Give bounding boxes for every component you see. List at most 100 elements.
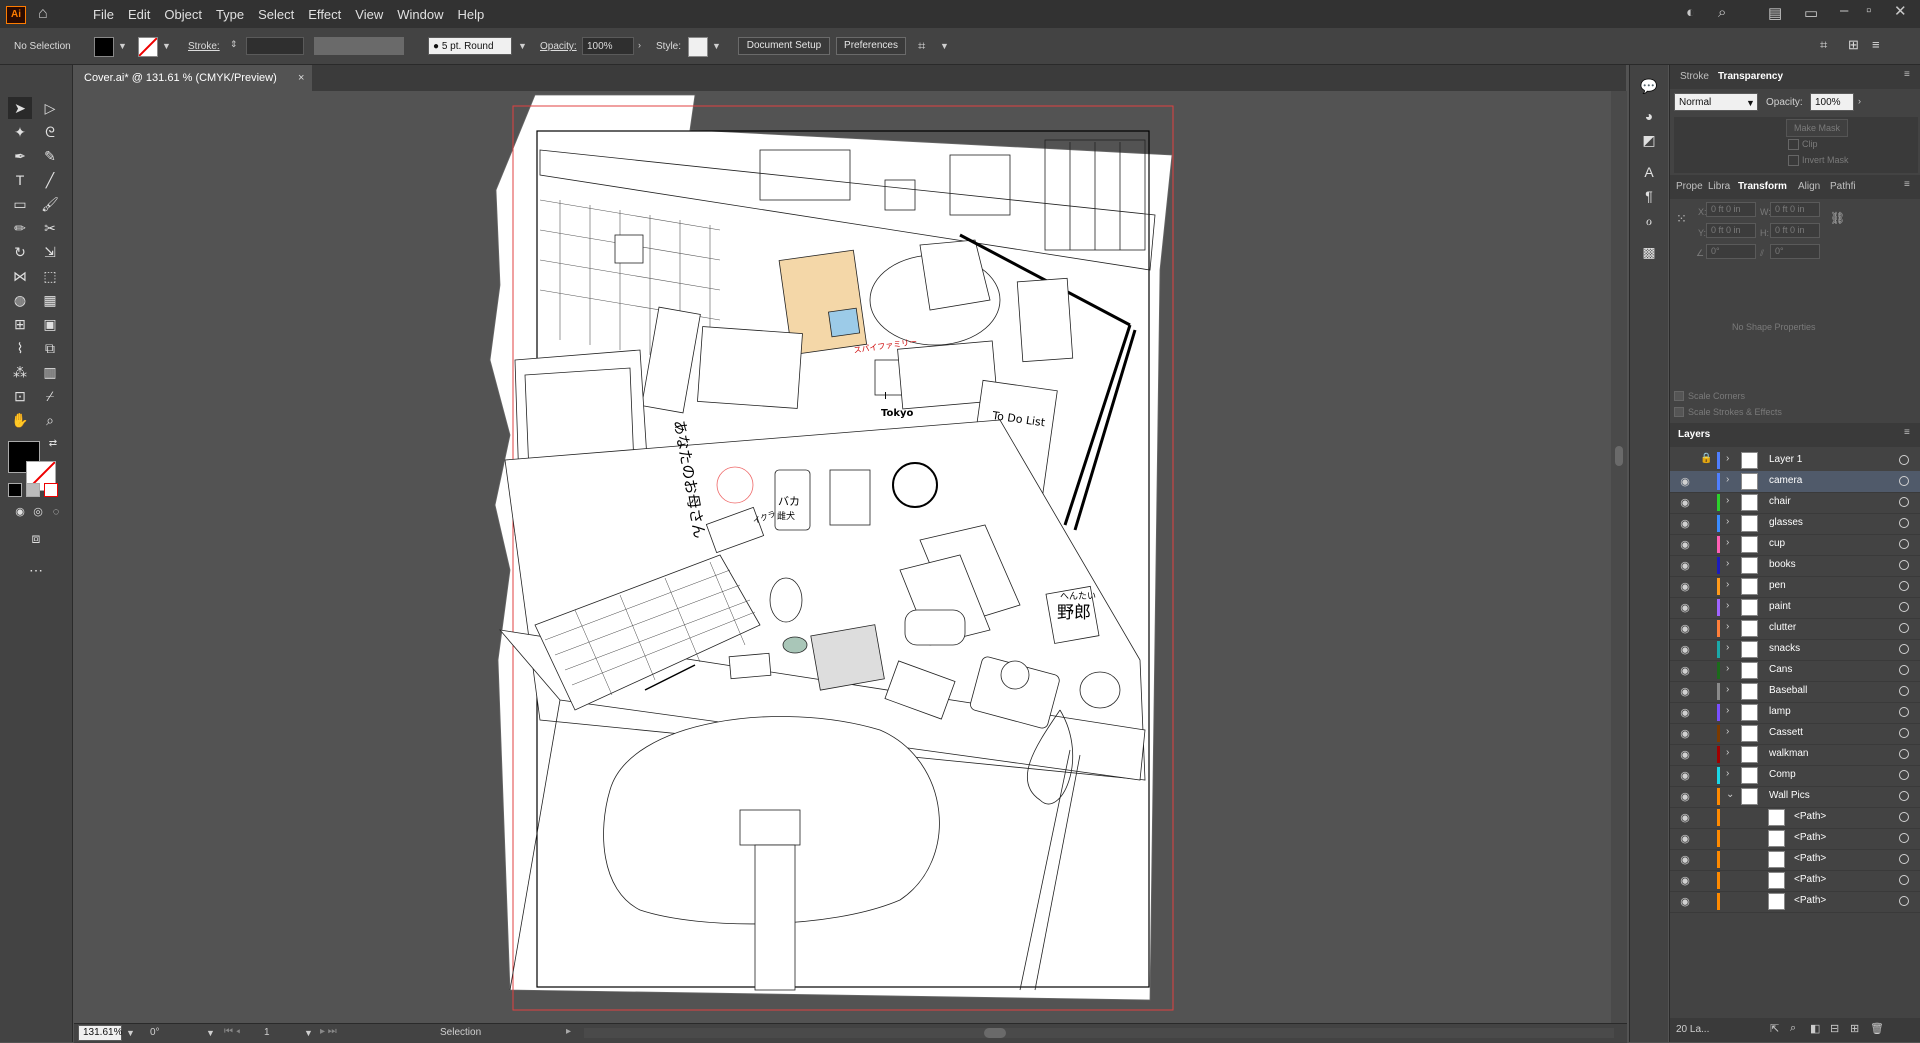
selection-tool-icon[interactable]: ➤ — [8, 97, 32, 119]
close-icon[interactable]: × — [298, 72, 304, 84]
target-circle-icon[interactable] — [1899, 812, 1909, 822]
chevron-down-icon[interactable]: ▼ — [162, 41, 171, 51]
visibility-eye-icon[interactable]: ◉ — [1678, 580, 1692, 593]
scale-corners-checkbox[interactable] — [1674, 391, 1684, 401]
chevron-down-icon[interactable]: ▼ — [206, 1028, 215, 1038]
target-circle-icon[interactable] — [1899, 854, 1909, 864]
target-circle-icon[interactable] — [1899, 476, 1909, 486]
layer-name[interactable]: Baseball — [1769, 685, 1807, 696]
eyedropper-tool-icon[interactable]: ⌇ — [8, 337, 32, 359]
chevron-right-icon[interactable]: › — [1726, 684, 1729, 695]
layer-row[interactable]: ◉ › chair — [1670, 492, 1920, 514]
search-icon[interactable]: ⌕ — [1718, 4, 1726, 21]
layer-name[interactable]: chair — [1769, 496, 1791, 507]
visibility-eye-icon[interactable]: ◉ — [1678, 790, 1692, 803]
visibility-eye-icon[interactable]: ◉ — [1678, 517, 1692, 530]
gradient-mode-icon[interactable] — [26, 483, 40, 497]
chevron-right-icon[interactable]: › — [1726, 600, 1729, 611]
menu-type[interactable]: Type — [209, 7, 251, 22]
visibility-eye-icon[interactable]: ◉ — [1678, 664, 1692, 677]
arrange-documents-icon[interactable]: ▤ — [1768, 4, 1782, 22]
target-circle-icon[interactable] — [1899, 602, 1909, 612]
opentype-icon[interactable]: ℴ — [1637, 209, 1661, 231]
layer-row[interactable]: ◉ › cup — [1670, 534, 1920, 556]
opacity-label[interactable]: Opacity: — [540, 41, 577, 52]
arrange-icon[interactable]: ⌗ — [918, 38, 925, 54]
blend-tool-icon[interactable]: ⧉ — [38, 337, 62, 359]
layer-name[interactable]: <Path> — [1794, 895, 1826, 906]
visibility-eye-icon[interactable]: ◉ — [1678, 874, 1692, 887]
target-circle-icon[interactable] — [1899, 791, 1909, 801]
canvas[interactable]: あなたのお母さん スパイファミリー I Tokyo To Do List バカ … — [74, 91, 1627, 1023]
rotate-field[interactable]: 0° — [1706, 244, 1756, 259]
layer-name[interactable]: paint — [1769, 601, 1791, 612]
target-circle-icon[interactable] — [1899, 875, 1909, 885]
tab-libraries[interactable]: Libra — [1708, 181, 1730, 192]
layer-name[interactable]: <Path> — [1794, 874, 1826, 885]
direct-selection-tool-icon[interactable]: ▷ — [38, 97, 62, 119]
target-circle-icon[interactable] — [1899, 560, 1909, 570]
chevron-right-icon[interactable]: › — [1726, 663, 1729, 674]
home-icon[interactable]: ⌂ — [38, 5, 56, 23]
tab-layers[interactable]: Layers — [1678, 429, 1710, 440]
stepper-icon[interactable]: ⇕ — [230, 39, 238, 50]
color-guide-icon[interactable]: ◩ — [1637, 129, 1661, 151]
layer-row[interactable]: 🔒 › Layer 1 — [1670, 450, 1920, 472]
color-mode-icon[interactable] — [8, 483, 22, 497]
chevron-right-icon[interactable]: › — [1726, 726, 1729, 737]
layer-row[interactable]: ◉ › snacks — [1670, 639, 1920, 661]
shear-field[interactable]: 0° — [1770, 244, 1820, 259]
h-field[interactable]: 0 ft 0 in — [1770, 223, 1820, 238]
comments-icon[interactable]: 💬 — [1637, 75, 1661, 97]
visibility-eye-icon[interactable]: ◉ — [1678, 475, 1692, 488]
target-circle-icon[interactable] — [1899, 707, 1909, 717]
layer-row[interactable]: ◉ › camera — [1670, 471, 1920, 493]
line-tool-icon[interactable]: ╱ — [38, 169, 62, 191]
layer-row[interactable]: ◉ ⌄ Wall Pics — [1670, 786, 1920, 808]
layer-row[interactable]: ◉ › paint — [1670, 597, 1920, 619]
chevron-down-icon[interactable]: ▼ — [518, 41, 527, 51]
clipping-mask-icon[interactable]: ◧ — [1810, 1022, 1820, 1035]
chevron-right-icon[interactable]: › — [1726, 453, 1729, 464]
chevron-right-icon[interactable]: › — [1726, 516, 1729, 527]
graph-tool-icon[interactable]: ▥ — [38, 361, 62, 383]
target-circle-icon[interactable] — [1899, 581, 1909, 591]
layer-name[interactable]: Layer 1 — [1769, 454, 1802, 465]
hand-tool-icon[interactable]: ✋ — [8, 409, 32, 431]
clip-checkbox[interactable] — [1788, 139, 1799, 150]
chevron-right-icon[interactable]: › — [1726, 558, 1729, 569]
scale-strokes-checkbox[interactable] — [1674, 407, 1684, 417]
perspective-grid-tool-icon[interactable]: ▦ — [38, 289, 62, 311]
visibility-eye-icon[interactable]: ◉ — [1678, 622, 1692, 635]
layer-name[interactable]: Wall Pics — [1769, 790, 1810, 801]
menu-file[interactable]: File — [86, 7, 121, 22]
draw-inside-icon[interactable]: ◌ — [44, 501, 68, 523]
target-circle-icon[interactable] — [1899, 896, 1909, 906]
preferences-button[interactable]: Preferences — [836, 37, 906, 55]
layer-name[interactable]: snacks — [1769, 643, 1800, 654]
layer-name[interactable]: Cassett — [1769, 727, 1803, 738]
target-circle-icon[interactable] — [1899, 686, 1909, 696]
visibility-eye-icon[interactable]: ◉ — [1678, 853, 1692, 866]
make-mask-button[interactable]: Make Mask — [1786, 119, 1848, 137]
sublayer-row[interactable]: ◉ <Path> — [1670, 870, 1920, 892]
opacity-field[interactable]: 100% — [1810, 93, 1854, 111]
chevron-right-icon[interactable]: › — [1726, 621, 1729, 632]
menu-view[interactable]: View — [348, 7, 390, 22]
target-circle-icon[interactable] — [1899, 749, 1909, 759]
tab-properties[interactable]: Prope — [1676, 181, 1703, 192]
layer-name[interactable]: lamp — [1769, 706, 1791, 717]
collect-export-icon[interactable]: ⇱ — [1770, 1022, 1779, 1035]
minimize-icon[interactable]: – — [1840, 2, 1848, 19]
visibility-eye-icon[interactable]: ◉ — [1678, 727, 1692, 740]
sublayer-row[interactable]: ◉ <Path> — [1670, 891, 1920, 913]
horizontal-scrollbar[interactable] — [584, 1028, 1614, 1038]
chevron-right-icon[interactable]: › — [1858, 96, 1861, 106]
visibility-eye-icon[interactable]: ◉ — [1678, 685, 1692, 698]
symbol-sprayer-tool-icon[interactable]: ⁂ — [8, 361, 32, 383]
visibility-eye-icon[interactable]: ◉ — [1678, 601, 1692, 614]
zoom-field[interactable]: 131.61% — [78, 1025, 122, 1041]
target-circle-icon[interactable] — [1899, 518, 1909, 528]
sublayer-row[interactable]: ◉ <Path> — [1670, 807, 1920, 829]
chevron-down-icon[interactable]: ▼ — [304, 1028, 313, 1038]
